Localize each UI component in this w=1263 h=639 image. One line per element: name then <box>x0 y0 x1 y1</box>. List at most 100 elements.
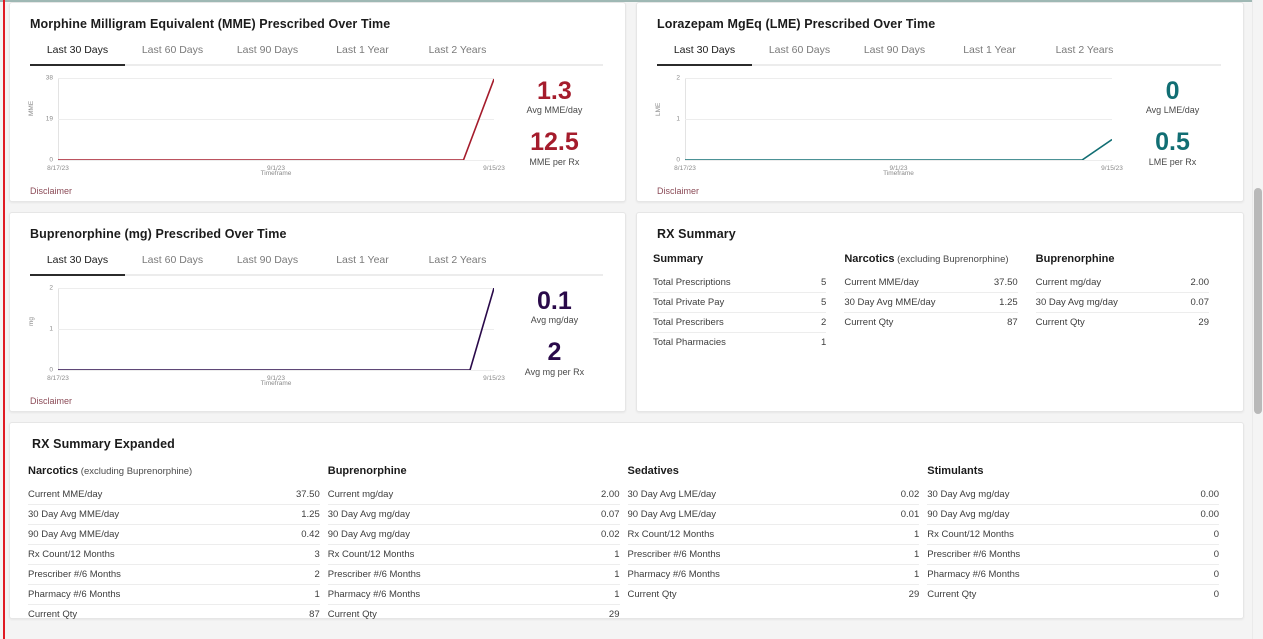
table-cell-value: 0.00 <box>1200 489 1220 500</box>
table-cell-value: 2 <box>821 317 827 328</box>
table-cell-label: Current Qty <box>327 609 377 620</box>
chart-y-tick-label: 2 <box>676 74 680 82</box>
table-row: Current Qty 29 <box>628 585 920 604</box>
rx-summary-expanded-columns: Narcotics (excluding Buprenorphine) Curre… <box>28 465 1227 624</box>
table-cell-value: 29 <box>1198 317 1209 328</box>
disclaimer-link-mme[interactable]: Disclaimer <box>30 186 609 196</box>
table-cell-label: Pharmacy #/6 Months <box>28 589 121 600</box>
tab-last-60-days-mme[interactable]: Last 60 Days <box>125 41 220 64</box>
table-row: Current MME/day 37.50 <box>28 485 320 505</box>
tab-last-1-year-lme[interactable]: Last 1 Year <box>942 41 1037 64</box>
table-row: Current Qty 29 <box>328 605 620 624</box>
table-cell-value: 0.42 <box>301 529 320 540</box>
tab-last-2-years-bup[interactable]: Last 2 Years <box>410 251 505 274</box>
page-scrollbar-track[interactable] <box>1252 0 1263 639</box>
page-scrollbar-thumb[interactable] <box>1254 188 1262 414</box>
table-cell-value: 5 <box>821 277 827 288</box>
table-cell-value: 29 <box>908 589 920 600</box>
chart-x-axis-label: Timeframe <box>883 170 914 177</box>
table-cell-label: Pharmacy #/6 Months <box>327 589 421 600</box>
table-cell-value: 1 <box>614 549 620 560</box>
dashboard-row-1: Morphine Milligram Equivalent (MME) Pres… <box>9 2 1254 202</box>
table-cell-value: 0 <box>1213 549 1219 560</box>
timeframe-tabs-buprenorphine: Last 30 Days Last 60 Days Last 90 Days Last… <box>30 251 603 276</box>
tab-last-30-days-mme[interactable]: Last 30 Days <box>30 41 125 66</box>
left-accent-bar <box>3 0 5 639</box>
card-mme-over-time: Morphine Milligram Equivalent (MME) Pres… <box>9 2 626 202</box>
table-cell-label: Prescriber #/6 Months <box>327 569 421 580</box>
dashboard-row-3: RX Summary Expanded Narcotics (excluding… <box>9 422 1254 620</box>
tab-last-60-days-lme[interactable]: Last 60 Days <box>752 41 847 64</box>
summary-column-narcotics: Narcotics (excluding Buprenorphine) Curre… <box>844 253 1035 352</box>
chart-mme: MME 0 19 38 8/17/23 9/1/23 9/15/23 Timeframe <box>28 74 505 182</box>
timeframe-tabs-lme: Last 30 Days Last 60 Days Last 90 Days Last… <box>657 41 1221 66</box>
tab-last-90-days-bup[interactable]: Last 90 Days <box>220 251 315 274</box>
table-cell-label: 30 Day Avg LME/day <box>627 489 717 500</box>
tab-last-30-days-bup[interactable]: Last 30 Days <box>30 251 125 276</box>
table-row: Pharmacy #/6 Months 1 <box>28 585 320 605</box>
table-cell-label: 90 Day Avg LME/day <box>627 509 717 520</box>
summary-column-sedatives: Sedatives 30 Day Avg LME/day 0.02 90 Day Av… <box>627 465 928 624</box>
chart-y-tick-label: 0 <box>676 156 680 164</box>
table-cell-label: Pharmacy #/6 Months <box>927 569 1020 580</box>
table-cell-label: 90 Day Avg mg/day <box>327 529 410 540</box>
page-title-lme: Lorazepam MgEq (LME) Prescribed Over Tim… <box>657 17 936 31</box>
table-cell-label: Current Qty <box>844 317 894 328</box>
table-cell-value: 87 <box>309 609 320 620</box>
tab-last-90-days-mme[interactable]: Last 90 Days <box>220 41 315 64</box>
tab-last-2-years-mme[interactable]: Last 2 Years <box>410 41 505 64</box>
chart-series-line <box>58 78 494 160</box>
stats-buprenorphine: 0.1 Avg mg/day 2 Avg mg per Rx <box>500 284 609 391</box>
tab-last-1-year-bup[interactable]: Last 1 Year <box>315 251 410 274</box>
tab-last-2-years-lme[interactable]: Last 2 Years <box>1037 41 1132 64</box>
table-cell-label: Rx Count/12 Months <box>627 529 715 540</box>
summary-column-subheading: (excluding Buprenorphine) <box>78 466 193 477</box>
table-cell-value: 0.02 <box>900 489 920 500</box>
table-cell-label: 30 Day Avg MME/day <box>28 509 120 520</box>
table-cell-value: 2 <box>314 569 320 580</box>
table-cell-label: Total Pharmacies <box>653 337 726 348</box>
stat-label-mme-per-rx: MME per Rx <box>529 156 580 167</box>
summary-column-summary: Summary Total Prescriptions 5 Total Private… <box>653 253 844 352</box>
disclaimer-link-lme[interactable]: Disclaimer <box>657 186 1227 196</box>
stat-avg-lme-per-day: 0 Avg LME/day <box>1118 77 1227 116</box>
table-cell-value: 2.00 <box>1190 277 1209 288</box>
chart-wrap-lme: LME 0 1 2 8/17/23 9/1/23 9/15/23 Timeframe 0 Av… <box>653 74 1227 182</box>
chart-series-line <box>58 288 494 370</box>
table-cell-label: 30 Day Avg MME/day <box>844 297 936 308</box>
summary-column-heading: Summary <box>653 253 704 265</box>
stats-mme: 1.3 Avg MME/day 12.5 MME per Rx <box>500 74 609 181</box>
stat-value-avg-lme-per-day: 0 <box>1165 77 1180 105</box>
tab-last-90-days-lme[interactable]: Last 90 Days <box>847 41 942 64</box>
table-row: Rx Count/12 Months 1 <box>627 525 920 545</box>
chart-x-axis-label: Timeframe <box>260 380 292 387</box>
table-cell-label: Rx Count/12 Months <box>28 549 115 560</box>
tab-last-60-days-bup[interactable]: Last 60 Days <box>125 251 220 274</box>
stat-avg-mg-per-day: 0.1 Avg mg/day <box>500 288 609 326</box>
chart-y-tick-label: 1 <box>676 115 680 123</box>
table-cell-label: Prescriber #/6 Months <box>28 569 121 580</box>
chart-series-line <box>685 78 1112 160</box>
table-row: Current MME/day 37.50 <box>844 273 1018 293</box>
table-cell-value: 5 <box>821 297 827 308</box>
table-row: Pharmacy #/6 Months 1 <box>327 585 620 605</box>
table-cell-label: Total Private Pay <box>653 297 725 308</box>
chart-x-axis-label: Timeframe <box>260 170 292 177</box>
disclaimer-link-buprenorphine[interactable]: Disclaimer <box>30 396 609 406</box>
table-cell-value: 37.50 <box>295 489 320 500</box>
summary-column-heading: Sedatives <box>627 465 679 477</box>
table-cell-value: 1 <box>614 569 620 580</box>
table-row: Prescriber #/6 Months 2 <box>28 565 320 585</box>
tab-last-30-days-lme[interactable]: Last 30 Days <box>657 41 752 66</box>
table-row: 90 Day Avg mg/day 0.00 <box>927 505 1219 525</box>
dashboard-board: Morphine Milligram Equivalent (MME) Pres… <box>9 2 1254 639</box>
table-cell-value: 0 <box>1213 569 1219 580</box>
table-cell-value: 1.25 <box>999 297 1018 308</box>
tab-last-1-year-mme[interactable]: Last 1 Year <box>315 41 410 64</box>
table-row: 30 Day Avg MME/day 1.25 <box>844 293 1018 313</box>
table-row: Total Pharmacies 1 <box>653 333 826 352</box>
table-cell-label: Total Prescriptions <box>653 277 731 288</box>
table-cell-value: 0.07 <box>601 509 620 520</box>
table-cell-label: Rx Count/12 Months <box>927 529 1014 540</box>
chart-y-tick-label: 19 <box>45 115 53 123</box>
